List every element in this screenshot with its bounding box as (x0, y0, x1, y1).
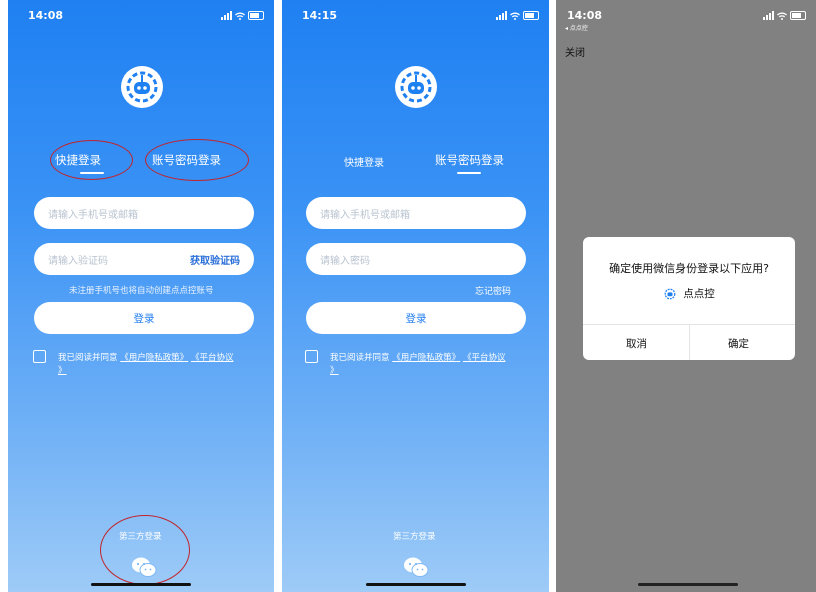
quick-login-screen: 14:08 快捷登录 账号密码登录 请输入手机号或邮箱 请输入验证码 获取验证码… (8, 0, 274, 592)
signal-icon (763, 11, 774, 20)
login-button[interactable]: 登录 (34, 302, 254, 334)
robot-logo-icon (121, 66, 163, 108)
password-input[interactable]: 请输入密码 (306, 243, 526, 275)
forgot-password-link[interactable]: 忘记密码 (475, 284, 511, 297)
tab-quick-login[interactable]: 快捷登录 (344, 154, 384, 169)
close-button[interactable]: 关闭 (565, 44, 585, 59)
agree-checkbox[interactable] (33, 350, 46, 363)
verification-code-input[interactable]: 请输入验证码 获取验证码 (34, 243, 254, 275)
status-time: 14:08 (28, 9, 64, 22)
dialog-title: 确定使用微信身份登录以下应用? (609, 262, 769, 275)
active-tab-indicator (457, 172, 481, 174)
battery-icon (790, 11, 806, 20)
privacy-policy-link[interactable]: 《用户隐私政策》 (392, 353, 460, 363)
status-time: 14:15 (302, 9, 338, 22)
phone-email-input[interactable]: 请输入手机号或邮箱 (34, 197, 254, 229)
wifi-icon (235, 12, 245, 20)
third-party-label: 第三方登录 (393, 532, 436, 542)
back-to-app-link[interactable]: ◂ 点点控 (565, 23, 588, 32)
get-code-button[interactable]: 获取验证码 (190, 252, 240, 267)
status-bar: 14:08 (556, 9, 816, 29)
home-indicator (638, 583, 738, 586)
authorization-dialog: 确定使用微信身份登录以下应用? 点点控 取消 确定 (583, 237, 795, 360)
robot-logo-icon (664, 288, 676, 300)
status-bar: 14:08 (8, 9, 274, 29)
annotation-circle (100, 515, 190, 585)
platform-agreement-link[interactable]: 《平台协议 (463, 353, 506, 363)
app-name: 点点控 (683, 288, 715, 300)
wechat-authorization-screen: 14:08 ◂ 点点控 关闭 确定使用微信身份登录以下应用? 点点控 取消 确定 (556, 0, 816, 592)
login-tabs: 快捷登录 账号密码登录 (282, 152, 549, 176)
home-indicator (91, 583, 191, 586)
login-button[interactable]: 登录 (306, 302, 526, 334)
wifi-icon (777, 12, 787, 20)
status-bar: 14:15 (282, 9, 549, 29)
phone-email-input[interactable]: 请输入手机号或邮箱 (306, 197, 526, 229)
wechat-icon[interactable] (403, 556, 429, 578)
app-identity: 点点控 (583, 286, 795, 301)
auto-register-hint: 未注册手机号也将自动创建点点控账号 (69, 286, 214, 296)
agreement-text: 我已阅读并同意 《用户隐私政策》 《平台协议 》 (58, 353, 234, 376)
wifi-icon (510, 12, 520, 20)
home-indicator (366, 583, 466, 586)
battery-icon (523, 11, 539, 20)
annotation-circle (50, 140, 133, 180)
password-login-screen: 14:15 快捷登录 账号密码登录 请输入手机号或邮箱 请输入密码 忘记密码 登… (282, 0, 549, 592)
tab-password-login[interactable]: 账号密码登录 (435, 152, 504, 168)
annotation-circle (145, 139, 249, 181)
signal-icon (496, 11, 507, 20)
confirm-button[interactable]: 确定 (728, 336, 749, 351)
privacy-policy-link[interactable]: 《用户隐私政策》 (120, 353, 188, 363)
status-time: 14:08 (567, 9, 603, 22)
agree-checkbox[interactable] (305, 350, 318, 363)
battery-icon (248, 11, 264, 20)
signal-icon (221, 11, 232, 20)
robot-logo-icon (395, 66, 437, 108)
cancel-button[interactable]: 取消 (626, 336, 647, 351)
platform-agreement-link[interactable]: 《平台协议 (191, 353, 234, 363)
agreement-text: 我已阅读并同意 《用户隐私政策》 《平台协议 》 (330, 353, 506, 376)
